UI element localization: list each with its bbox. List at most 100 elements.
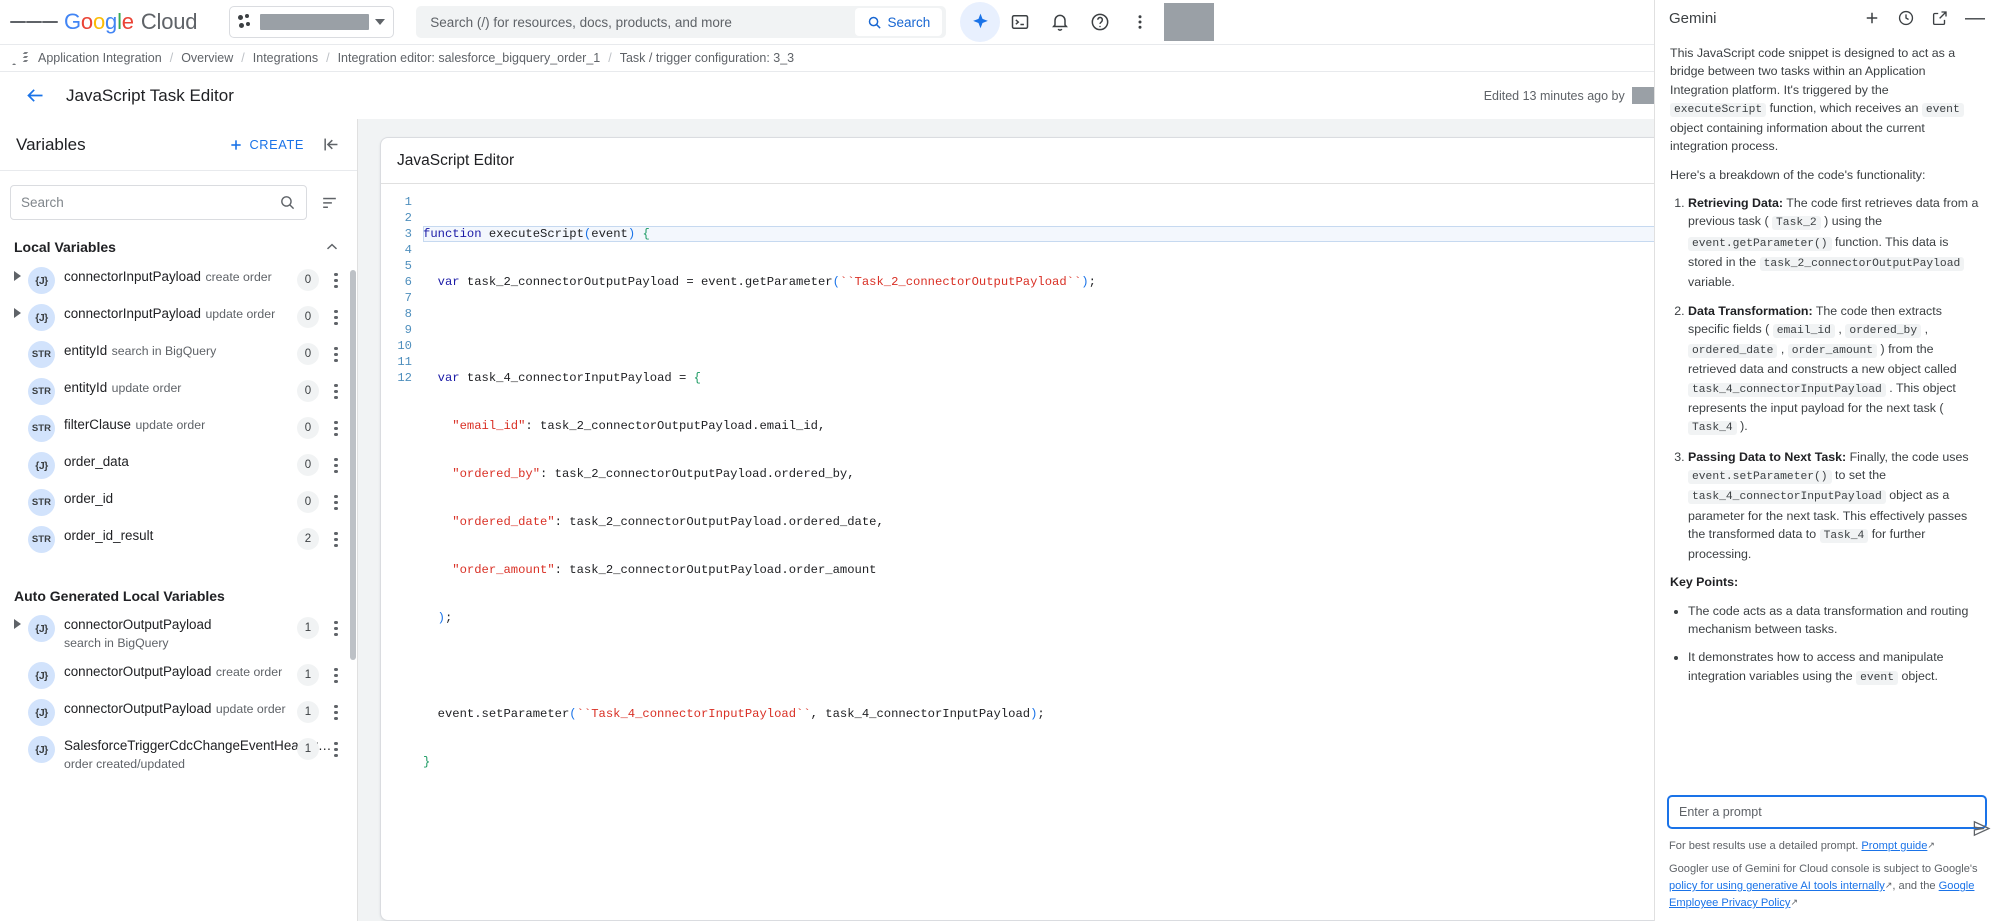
list-item[interactable]: {J} connectorInputPayload update order 0: [0, 299, 357, 336]
collapse-panel-icon[interactable]: [322, 135, 341, 154]
create-variable-button[interactable]: CREATE: [228, 137, 304, 153]
breadcrumb-separator: /: [170, 51, 173, 65]
prompt-guide-link[interactable]: Prompt guide: [1861, 840, 1927, 852]
generative-ai-policy-link[interactable]: policy for using generative AI tools int…: [1669, 880, 1885, 892]
notifications-bell-icon[interactable]: [1040, 2, 1080, 42]
breadcrumb-item-3[interactable]: Integration editor: salesforce_bigquery_…: [338, 51, 601, 65]
list-item[interactable]: STR order_id 0: [0, 484, 357, 521]
more-vert-icon[interactable]: [325, 378, 347, 399]
edited-timestamp: Edited 13 minutes ago by: [1484, 89, 1625, 103]
step-title: Retrieving Data:: [1688, 196, 1783, 210]
hamburger-menu-icon[interactable]: [10, 0, 58, 46]
variables-header: Variables CREATE: [0, 119, 357, 171]
list-item[interactable]: {J} connectorOutputPayload create order …: [0, 657, 357, 694]
variable-name: SalesforceTriggerCdcChangeEventHeader…: [64, 738, 331, 753]
breadcrumb-item-2[interactable]: Integrations: [253, 51, 318, 65]
variable-count-badge: 0: [297, 306, 319, 328]
more-vert-icon[interactable]: [325, 662, 347, 683]
list-item[interactable]: STR filterClause update order 0: [0, 410, 357, 447]
more-vert-icon[interactable]: [325, 415, 347, 436]
avatar[interactable]: [1164, 3, 1214, 41]
gemini-intro-end: object containing information about the …: [1670, 121, 1925, 153]
variable-count-badge: 2: [297, 528, 319, 550]
inline-code: task_2_connectorOutputPayload: [1760, 257, 1965, 271]
breadcrumb-item-0[interactable]: Application Integration: [38, 51, 162, 65]
list-item[interactable]: STR entityId search in BigQuery 0: [0, 336, 357, 373]
variable-subtitle: create order: [205, 270, 271, 284]
gemini-sparkle-icon[interactable]: [960, 2, 1000, 42]
open-in-new-icon[interactable]: [1925, 3, 1955, 33]
cloud-shell-icon[interactable]: [1000, 2, 1040, 42]
group-title: Local Variables: [14, 239, 116, 255]
variable-labels: SalesforceTriggerCdcChangeEventHeader… o…: [64, 736, 291, 773]
list-item[interactable]: {J} order_data 0: [0, 447, 357, 484]
expand-toggle[interactable]: [6, 615, 28, 629]
expand-toggle-placeholder: [6, 736, 28, 740]
global-search-bar[interactable]: Search: [416, 6, 946, 38]
search-input[interactable]: [430, 15, 854, 30]
list-item[interactable]: {J} SalesforceTriggerCdcChangeEventHeade…: [0, 731, 357, 778]
variable-labels: connectorOutputPayload update order: [64, 699, 291, 718]
more-vert-icon[interactable]: [325, 304, 347, 325]
variable-subtitle: update order: [205, 307, 275, 321]
variable-labels: connectorOutputPayload create order: [64, 662, 291, 681]
gemini-steps-list: Retrieving Data: The code first retrieve…: [1688, 194, 1984, 563]
line-number: 11: [381, 354, 412, 370]
send-icon[interactable]: [1972, 819, 1991, 843]
variable-type-badge: {J}: [28, 452, 55, 479]
more-vert-icon[interactable]: [325, 526, 347, 547]
variables-title: Variables: [16, 135, 86, 155]
variable-type-badge: {J}: [28, 267, 55, 294]
more-vert-icon[interactable]: [325, 699, 347, 720]
google-cloud-logo[interactable]: GoogleCloud: [64, 9, 197, 35]
inline-code: ordered_date: [1688, 344, 1777, 358]
variable-type-badge: STR: [28, 378, 55, 405]
variable-labels: order_data: [64, 452, 291, 471]
expand-toggle-placeholder: [6, 378, 28, 382]
more-vert-icon[interactable]: [325, 489, 347, 510]
gemini-prompt-box[interactable]: [1667, 795, 1987, 829]
list-item[interactable]: {J} connectorOutputPayload search in Big…: [0, 610, 357, 657]
variable-labels: connectorOutputPayload search in BigQuer…: [64, 615, 291, 652]
step-text-4: ,: [1781, 342, 1784, 356]
back-arrow-icon[interactable]: [16, 77, 54, 115]
more-vert-icon[interactable]: [325, 452, 347, 473]
list-item[interactable]: STR order_id_result 2: [0, 521, 357, 558]
history-clock-icon[interactable]: [1891, 3, 1921, 33]
search-button[interactable]: Search: [855, 8, 943, 36]
variables-list[interactable]: Local Variables {J} connectorInputPayloa…: [0, 230, 357, 921]
gemini-prompt-input[interactable]: [1679, 805, 1975, 819]
more-vert-icon[interactable]: [325, 615, 347, 636]
list-item[interactable]: {J} connectorInputPayload create order 0: [0, 262, 357, 299]
chevron-up-icon[interactable]: [323, 238, 341, 256]
variables-search-box[interactable]: [10, 185, 307, 220]
list-item: Data Transformation: The code then extra…: [1688, 302, 1984, 438]
list-item[interactable]: STR entityId update order 0: [0, 373, 357, 410]
sort-icon[interactable]: [313, 193, 345, 212]
variables-search-input[interactable]: [21, 195, 279, 210]
minimize-icon[interactable]: —: [1959, 8, 1991, 28]
search-button-label: Search: [888, 15, 931, 30]
more-vert-icon[interactable]: [1120, 2, 1160, 42]
expand-toggle[interactable]: [6, 304, 28, 318]
more-vert-icon[interactable]: [325, 341, 347, 362]
variable-count-badge: 1: [297, 701, 319, 723]
sidebar-scrollbar-thumb[interactable]: [350, 270, 356, 660]
more-vert-icon[interactable]: [325, 267, 347, 288]
expand-toggle[interactable]: [6, 267, 28, 281]
more-vert-icon[interactable]: [325, 736, 347, 757]
variable-labels: connectorInputPayload create order: [64, 267, 291, 286]
breadcrumb-item-1[interactable]: Overview: [181, 51, 233, 65]
list-item[interactable]: {J} connectorOutputPayload update order …: [0, 694, 357, 731]
code-line[interactable]: function executeScript(event) {: [423, 226, 1714, 242]
variable-subtitle: search in BigQuery: [64, 636, 169, 650]
help-circle-icon[interactable]: [1080, 2, 1120, 42]
variable-subtitle: update order: [216, 702, 286, 716]
variable-count-badge: 0: [297, 380, 319, 402]
plus-icon[interactable]: [1857, 3, 1887, 33]
inline-code: email_id: [1773, 324, 1835, 338]
inline-code: event.getParameter(): [1688, 237, 1832, 251]
line-number: 2: [381, 210, 412, 226]
line-number-gutter: 1 2 3 4 5 6 7 8 9 10 11 12: [381, 190, 421, 920]
project-selector[interactable]: [229, 6, 394, 38]
